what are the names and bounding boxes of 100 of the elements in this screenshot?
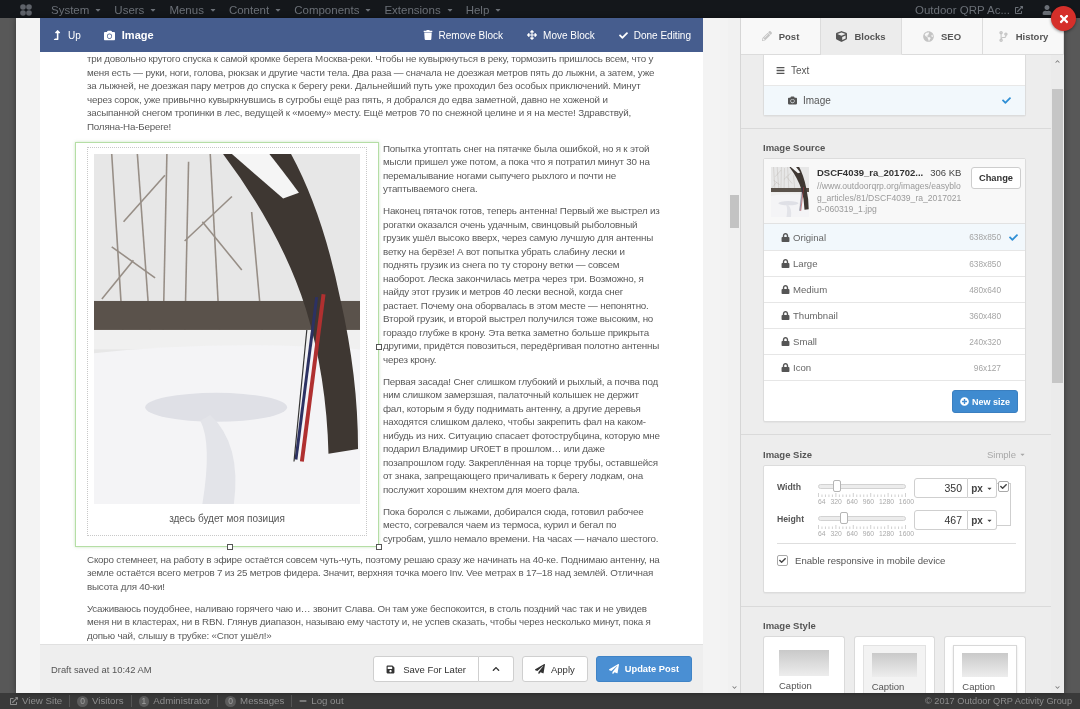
block-item[interactable]: Text xyxy=(764,55,1025,85)
logo-icon[interactable] xyxy=(19,3,33,17)
size-option[interactable]: Small 240x320 xyxy=(764,328,1025,354)
block-title: Image xyxy=(121,29,154,41)
size-option[interactable]: Medium 480x640 xyxy=(764,276,1025,302)
up-button[interactable]: Up xyxy=(52,29,81,41)
size-option[interactable]: Icon 96x127 xyxy=(764,354,1025,380)
dimension-slider[interactable] xyxy=(818,480,906,492)
branch-icon xyxy=(997,30,1009,42)
draft-status: Draft saved at 10:42 AM xyxy=(51,663,152,675)
caret-icon xyxy=(94,6,103,14)
section-title: Image Style xyxy=(763,620,816,631)
paper-plane-icon xyxy=(535,664,545,674)
caret-icon xyxy=(274,6,283,14)
lock-icon xyxy=(781,232,790,242)
style-option[interactable]: Caption xyxy=(944,636,1026,693)
menu-icon xyxy=(776,65,785,75)
slider-thumb[interactable] xyxy=(833,480,842,492)
resize-handle[interactable] xyxy=(376,543,382,550)
caption-text: Caption xyxy=(962,681,997,693)
menu-item[interactable]: Users xyxy=(114,3,158,17)
scroll-thumb[interactable] xyxy=(1051,89,1063,383)
photo-thumbnail xyxy=(771,167,809,217)
view-site-link[interactable]: View Site xyxy=(3,695,70,707)
size-option[interactable]: Original 638x850 xyxy=(764,224,1025,250)
menu-item[interactable]: System xyxy=(51,3,103,17)
count-badge: 1 xyxy=(138,695,150,707)
close-icon xyxy=(1057,12,1070,25)
lock-icon xyxy=(781,363,790,372)
scroll-thumb[interactable] xyxy=(729,195,739,228)
scroll-up-icon[interactable] xyxy=(1054,59,1060,64)
camera-icon xyxy=(103,29,115,41)
dimension-label: Height xyxy=(777,513,806,525)
size-dimensions: 240x320 xyxy=(969,336,1001,347)
status-link[interactable]: 1 Administrator xyxy=(130,695,218,707)
new-size-button[interactable]: New size xyxy=(951,390,1018,413)
unit-dropdown[interactable]: px xyxy=(968,478,997,498)
site-link[interactable]: Outdoor QRP Ac... xyxy=(914,3,1023,17)
image-block[interactable]: здесь будет моя позиция xyxy=(75,141,379,547)
file-name: DSCF4039_ra_201702... xyxy=(817,167,924,179)
dimension-input[interactable]: 350 xyxy=(914,478,968,498)
sidebar-tab[interactable]: Post xyxy=(741,18,821,55)
image-caption: здесь будет моя позиция xyxy=(169,511,285,526)
size-dimensions: 96x127 xyxy=(973,362,1001,373)
unit-dropdown[interactable]: px xyxy=(968,510,997,530)
caret-icon xyxy=(208,6,217,14)
globe-icon xyxy=(922,30,934,42)
trash-icon xyxy=(422,30,433,40)
slider-thumb[interactable] xyxy=(840,512,849,524)
menu-item[interactable]: Content xyxy=(228,3,283,17)
paragraph: Усаживаюсь поудобнее, наливаю горячего чаю и… звонит Слава. Он там уже беспокоится, в столь поздний час так и не увидев меня ни в кластерах, ни в RBN. Глянув диапазон, называю ему частоту и, не успев сказать, чтобы через несколько минут, пока я допью чай, слышу в трубке: «Спот ушёл!» xyxy=(87,601,652,642)
style-option[interactable]: Caption xyxy=(763,636,845,693)
resize-handle[interactable] xyxy=(376,344,382,350)
preview-image xyxy=(779,650,829,676)
menu-item[interactable]: Components xyxy=(294,3,373,17)
move-button[interactable]: Move Block xyxy=(527,29,595,41)
lock-icon xyxy=(781,259,790,268)
dimension-slider[interactable] xyxy=(818,512,906,524)
checkbox-label: Enable responsive in mobile device xyxy=(795,555,946,566)
dimension-input[interactable]: 467 xyxy=(914,510,968,530)
section-title: Image Source xyxy=(763,142,826,153)
block-item[interactable]: Image xyxy=(764,85,1025,115)
caret-icon xyxy=(1019,451,1026,458)
style-option[interactable]: Caption xyxy=(853,636,936,693)
scrollbar[interactable] xyxy=(728,18,740,693)
scroll-down-icon[interactable] xyxy=(731,685,737,690)
save-button[interactable]: Save For Later xyxy=(373,656,479,682)
remove-button[interactable]: Remove Block xyxy=(422,29,504,41)
menu-item[interactable]: Help xyxy=(465,3,503,17)
up-arrow-icon xyxy=(52,30,62,40)
user-icon[interactable] xyxy=(1042,5,1052,15)
move-icon xyxy=(527,30,538,40)
update-post-button[interactable]: Update Post xyxy=(595,656,692,682)
file-url: //www.outdoorqrp.org/images/easyblog_articles/81/DSCF4039_ra_20170210-060319_1.jpg xyxy=(817,181,963,216)
apply-button[interactable]: Apply xyxy=(522,656,588,682)
minus-icon xyxy=(299,697,308,705)
done-button[interactable]: Done Editing xyxy=(618,29,691,41)
pencil-icon xyxy=(761,31,772,41)
menu-item[interactable]: Extensions xyxy=(384,3,454,17)
preview-image xyxy=(962,653,1008,677)
scroll-down-icon[interactable] xyxy=(1054,685,1060,690)
paragraph: Наконец пятачок готов, теперь антенна! Первый же выстрел из рогатки оказался очень удачным, свинцовый рыболовный грузик ушёл высоко вверх, через самую лучшую для антенны ветку на берёзе! А вот попытка убрать слабину лески и поднять грузик из снега по ту сторону ветки — совсем наоборот. Леска закончилась метра через три. Возможно, я найду этот грузик и метров 40 лески весной, когда снег растает. Почему она оборвалась в этом месте — непонятно. Второй грузик, и второй выстрел получился тоже высоким, но гораздо глубже в крону. Эта ветка заметно больше прикрыта другими, придётся повозиться, передёргивая полотно антенны через крону. xyxy=(383,204,660,366)
sidebar-tab[interactable]: History xyxy=(983,18,1064,55)
section-title: Image Size xyxy=(763,449,813,460)
caption-text: Caption xyxy=(871,681,906,693)
resize-handle[interactable] xyxy=(227,543,233,550)
lock-icon xyxy=(781,337,790,346)
caption-text: Caption xyxy=(779,680,813,693)
size-option[interactable]: Thumbnail 360x480 xyxy=(764,302,1025,328)
change-button[interactable]: Change xyxy=(971,167,1021,189)
caret-icon xyxy=(364,6,373,14)
checkbox[interactable] xyxy=(777,555,788,566)
size-option[interactable]: Large 638x850 xyxy=(764,250,1025,276)
menu-item[interactable]: Menus xyxy=(169,3,217,17)
paragraph: Пока боролся с лыжами, добирался сюда, готовил рабочее место, согревался чаем из термоса, курил и бегал по сугробам, ушло немало времени. На часах — начало шестого. xyxy=(383,504,660,545)
logout-link[interactable]: Log out xyxy=(291,695,351,707)
sidebar-tab[interactable]: SEO xyxy=(902,18,983,55)
checkbox[interactable] xyxy=(998,481,1009,492)
more-options-button[interactable] xyxy=(479,656,514,682)
external-link-icon xyxy=(1015,6,1023,14)
